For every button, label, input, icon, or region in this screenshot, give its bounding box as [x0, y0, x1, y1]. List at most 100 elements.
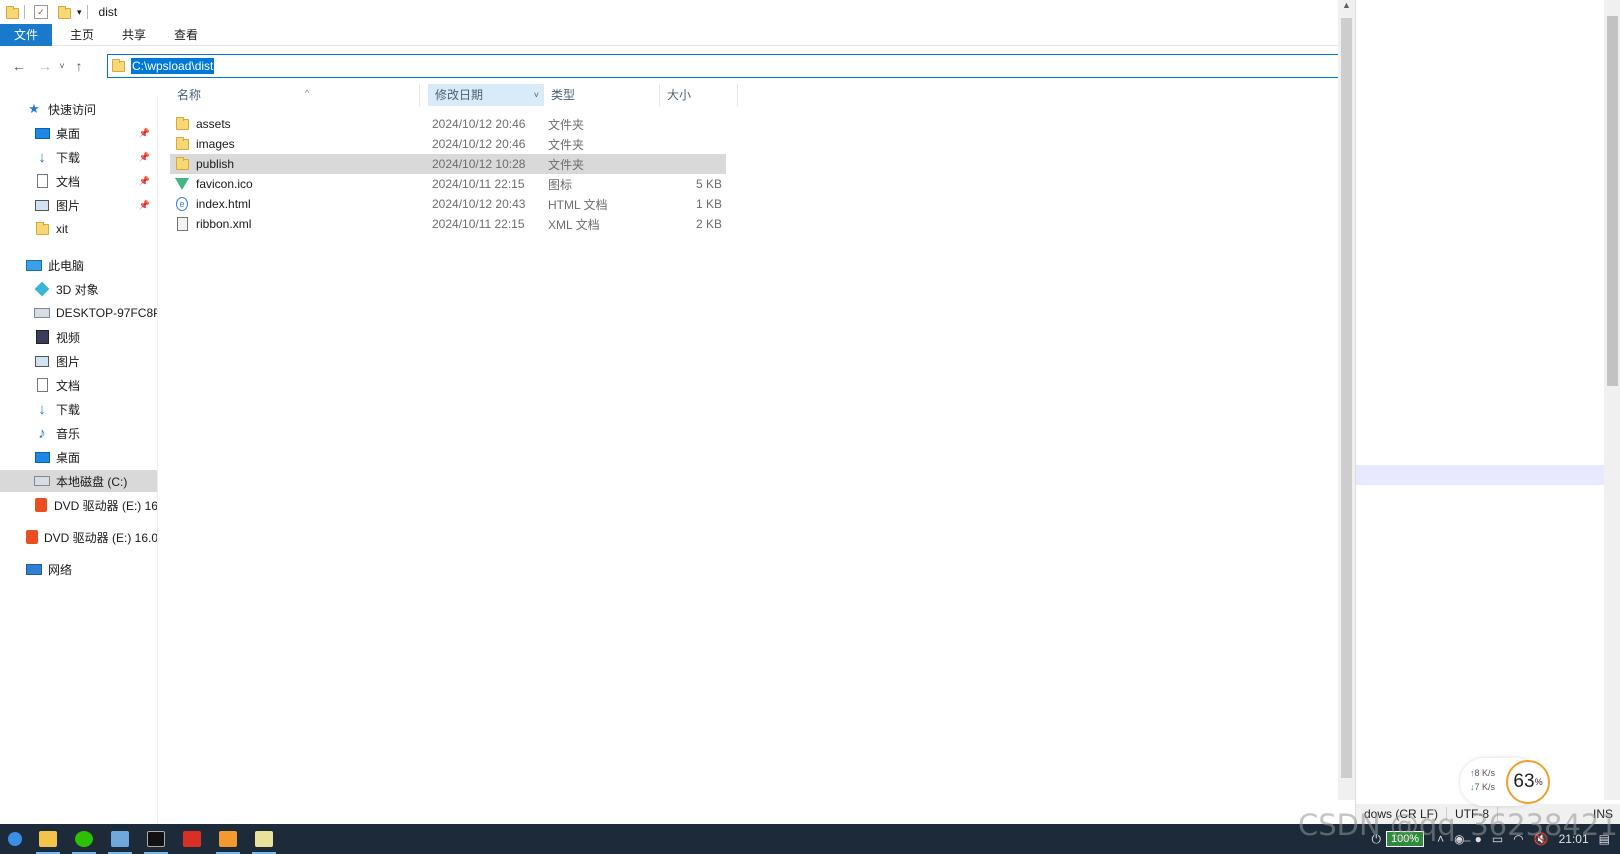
sidebar-item-downloads[interactable]: ↓ 下载 📌 [0, 146, 157, 168]
browser-taskbar-button[interactable] [0, 824, 30, 854]
file-name: publish [196, 157, 235, 171]
sidebar-item-label: 图片 [56, 198, 81, 213]
properties-icon[interactable]: ✓ [34, 5, 48, 19]
title-bar: ✓ ▾ dist [0, 0, 1350, 24]
terminal-taskbar-button[interactable] [138, 824, 174, 854]
download-icon: ↓ [38, 400, 46, 418]
sidebar-item-pictures[interactable]: 图片 📌 [0, 194, 157, 216]
chevron-down-icon[interactable]: ˅ [534, 84, 539, 106]
editor-scrollbar[interactable] [1604, 0, 1620, 800]
sidebar-item-local-disk-c[interactable]: 本地磁盘 (C:) [0, 470, 157, 492]
column-date-label: 修改日期 [435, 88, 484, 102]
column-header-size[interactable]: 大小 [660, 84, 738, 106]
recent-locations-chevron-icon[interactable]: ˅ [56, 55, 68, 77]
file-type: 文件夹 [548, 157, 585, 172]
table-row[interactable]: ribbon.xml 2024/10/11 22:15 XML 文档 2 KB [170, 214, 726, 234]
sidebar-item-documents[interactable]: 文档 📌 [0, 170, 157, 192]
table-row[interactable]: assets 2024/10/12 20:46 文件夹 [170, 114, 726, 134]
scroll-up-icon[interactable]: ▲ [1338, 0, 1355, 16]
upload-unit: K/s [1482, 768, 1496, 778]
file-list: 名称 ^ 修改日期 ˅ 类型 大小 assets 2024/10/12 20:4… [158, 80, 1308, 824]
wechat-icon [75, 831, 93, 847]
document-icon [36, 378, 48, 392]
address-bar[interactable]: C:\wpsload\dist [107, 54, 1350, 78]
table-row[interactable]: e index.html 2024/10/12 20:43 HTML 文档 1 K… [170, 194, 726, 214]
sidebar-item-quick-access[interactable]: ★ 快速访问 [0, 98, 157, 120]
speed-readout: ↑8 K/s ↓7 K/s [1470, 766, 1495, 794]
forward-arrow-icon[interactable]: → [34, 55, 56, 77]
file-type: HTML 文档 [548, 197, 608, 212]
scrollbar-thumb[interactable] [1341, 18, 1352, 778]
address-text[interactable]: C:\wpsload\dist [131, 58, 215, 74]
app-taskbar-button[interactable] [210, 824, 246, 854]
wps-icon [183, 831, 201, 847]
folder-icon [112, 58, 125, 72]
table-row[interactable]: favicon.ico 2024/10/11 22:15 图标 5 KB [170, 174, 726, 194]
vertical-scrollbar[interactable]: ▲ [1338, 0, 1355, 800]
column-header-date[interactable]: 修改日期 ˅ [428, 84, 544, 106]
column-header-type[interactable]: 类型 [544, 84, 660, 106]
tab-share[interactable]: 共享 [108, 24, 160, 46]
scrollbar-thumb[interactable] [1607, 16, 1618, 386]
table-row[interactable]: publish 2024/10/12 10:28 文件夹 [170, 154, 726, 174]
tab-view[interactable]: 查看 [160, 24, 212, 46]
usage-percent: 63 [1513, 771, 1535, 792]
vue-icon [175, 178, 189, 190]
download-unit: K/s [1482, 782, 1496, 792]
file-explorer-icon [39, 831, 57, 847]
file-name: index.html [196, 197, 251, 211]
column-name-label: 名称 [177, 88, 202, 102]
sidebar-item-dvd-root[interactable]: DVD 驱动器 (E:) 16.0 [0, 526, 158, 548]
folder-icon [175, 136, 189, 150]
sidebar-item-3d-objects[interactable]: 3D 对象 [0, 278, 157, 300]
customize-quick-access-icon[interactable]: ▾ [77, 7, 82, 18]
image-viewer-taskbar-button[interactable] [102, 824, 138, 854]
app-icon [219, 831, 237, 847]
sidebar-item-desktop-pc2[interactable]: 桌面 [0, 446, 157, 468]
sidebar-item-label: DVD 驱动器 (E:) 16.0 [44, 530, 158, 545]
sidebar-item-documents-pc[interactable]: 文档 [0, 374, 157, 396]
sidebar-item-label: 此电脑 [48, 258, 85, 273]
divider [86, 5, 88, 19]
terminal-icon [147, 831, 165, 847]
sidebar-item-downloads-pc[interactable]: ↓ 下载 [0, 398, 157, 420]
tab-file[interactable]: 文件 [0, 23, 53, 46]
folder-icon [6, 6, 19, 19]
sidebar-item-music[interactable]: ♪ 音乐 [0, 422, 157, 444]
sidebar-item-desktop-pc[interactable]: DESKTOP-97FC8P [0, 302, 157, 324]
sidebar-item-network[interactable]: 网络 [0, 558, 157, 580]
file-type: XML 文档 [548, 217, 600, 232]
wechat-taskbar-button[interactable] [66, 824, 102, 854]
column-size-label: 大小 [667, 88, 692, 102]
notepad-taskbar-button[interactable] [246, 824, 282, 854]
folder-icon [175, 116, 189, 130]
divider [24, 5, 25, 19]
pin-icon: 📌 [138, 199, 150, 210]
sidebar-item-videos[interactable]: 视频 [0, 326, 157, 348]
wps-taskbar-button[interactable] [174, 824, 210, 854]
tab-home[interactable]: 主页 [56, 24, 108, 46]
network-speed-widget[interactable]: ↑8 K/s ↓7 K/s 63% [1460, 758, 1550, 806]
text-editor-window: dows (CR LF) UTF-8 INS [1355, 0, 1620, 824]
memory-usage-gauge: 63% [1506, 760, 1550, 804]
sidebar-item-desktop[interactable]: 桌面 📌 [0, 122, 157, 144]
sidebar-item-dvd-e[interactable]: DVD 驱动器 (E:) 16 [0, 494, 157, 516]
file-type: 文件夹 [548, 137, 585, 152]
new-folder-icon[interactable] [58, 6, 71, 19]
column-header-name[interactable]: 名称 ^ [170, 84, 420, 106]
sidebar-item-xit[interactable]: xit [0, 218, 157, 240]
explorer-taskbar-button[interactable] [30, 824, 66, 854]
up-arrow-icon[interactable]: ↑ [68, 55, 90, 77]
pictures-icon [35, 355, 49, 367]
back-arrow-icon[interactable]: ← [8, 55, 30, 77]
html-file-icon: e [176, 197, 188, 211]
navigation-bar: ← → ˅ ↑ C:\wpsload\dist [0, 52, 1350, 80]
table-row[interactable]: images 2024/10/12 20:46 文件夹 [170, 134, 726, 154]
pin-icon: 📌 [138, 175, 150, 186]
sidebar-item-label: 文档 [56, 378, 81, 393]
sidebar-item-pictures-pc[interactable]: 图片 [0, 350, 157, 372]
pin-icon: 📌 [138, 151, 150, 162]
navigation-pane: ★ 快速访问 桌面 📌 ↓ 下载 📌 文档 📌 图片 📌 xit 此电脑 3D … [0, 96, 158, 824]
sidebar-item-this-pc[interactable]: 此电脑 [0, 254, 157, 276]
watermark: CSDN @qq_36238421 [1298, 808, 1618, 842]
